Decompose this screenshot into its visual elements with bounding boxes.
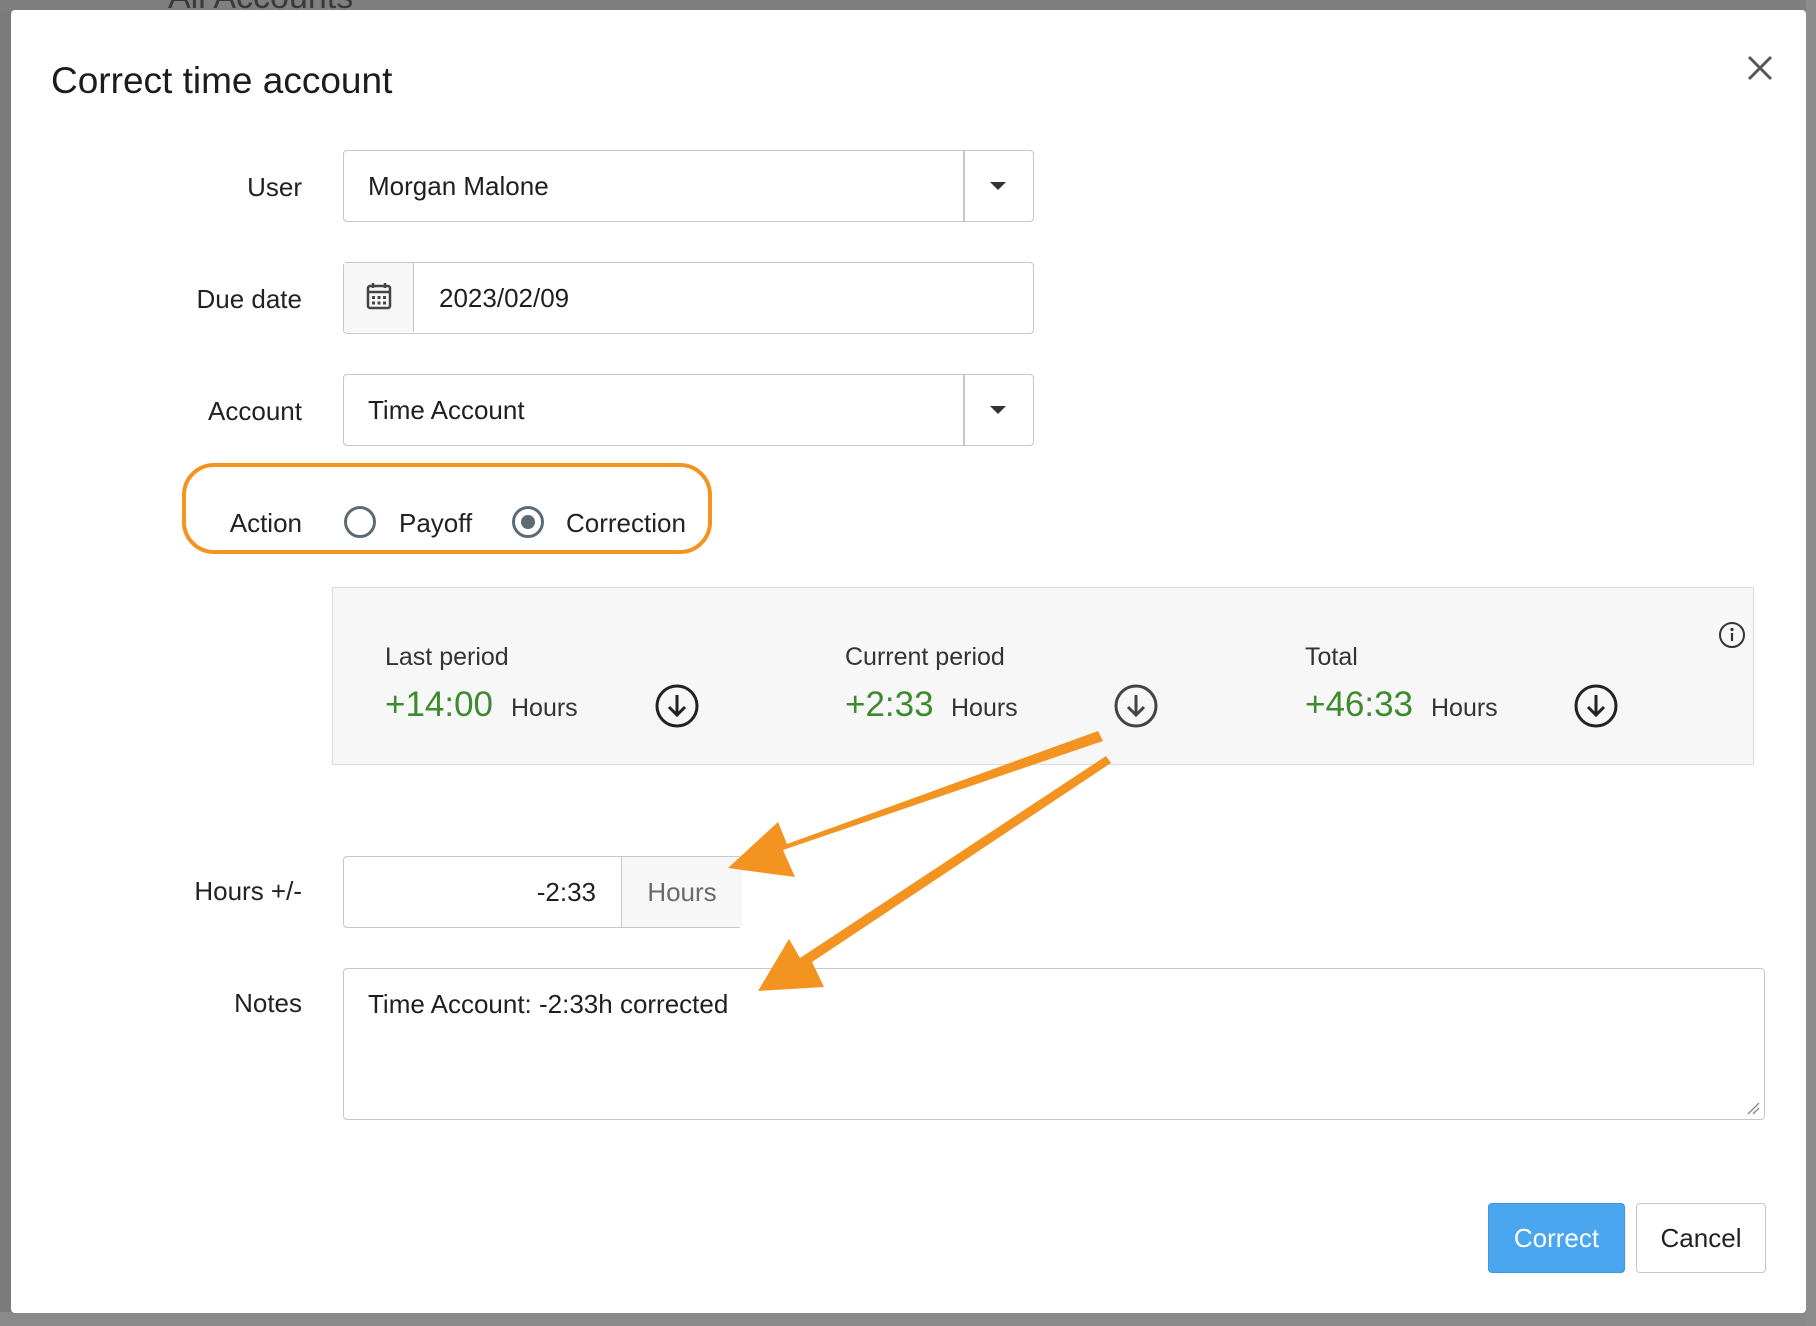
select-divider xyxy=(963,151,965,221)
total-label: Total xyxy=(1305,643,1358,671)
period-summary-panel: Last period +14:00 Hours Current period … xyxy=(332,587,1754,765)
account-label: Account xyxy=(208,396,302,426)
background-edge xyxy=(1806,0,1816,1326)
user-select-value: Morgan Malone xyxy=(368,171,549,201)
current-period-label: Current period xyxy=(845,643,1005,671)
calendar-icon[interactable] xyxy=(344,263,414,332)
hours-input-value: -2:33 xyxy=(536,877,596,907)
current-period-unit: Hours xyxy=(951,694,1018,722)
total-value: +46:33 xyxy=(1305,685,1414,724)
notes-value: Time Account: -2:33h corrected xyxy=(368,989,729,1019)
current-period-value: +2:33 xyxy=(845,685,934,724)
last-period-value: +14:00 xyxy=(385,685,494,724)
account-select[interactable]: Time Account xyxy=(343,374,1034,446)
due-date-field[interactable]: 2023/02/09 xyxy=(343,262,1034,334)
notes-label: Notes xyxy=(234,988,302,1018)
last-period-label: Last period xyxy=(385,643,509,671)
last-period-unit: Hours xyxy=(511,694,578,722)
info-icon[interactable] xyxy=(1717,620,1747,650)
payoff-radio[interactable] xyxy=(344,506,376,538)
hours-label: Hours +/- xyxy=(194,876,302,906)
apply-last-period-icon[interactable] xyxy=(654,683,700,729)
chevron-down-icon[interactable] xyxy=(990,406,1006,414)
user-select[interactable]: Morgan Malone xyxy=(343,150,1034,222)
correction-radio[interactable] xyxy=(512,506,544,538)
correction-radio-label[interactable]: Correction xyxy=(566,508,686,539)
resize-grip-icon[interactable] xyxy=(1746,1101,1760,1115)
select-divider xyxy=(963,375,965,445)
notes-textarea[interactable]: Time Account: -2:33h corrected xyxy=(343,968,1765,1120)
apply-current-period-icon[interactable] xyxy=(1113,683,1159,729)
action-label: Action xyxy=(229,508,302,538)
user-label: User xyxy=(247,172,302,202)
cancel-button[interactable]: Cancel xyxy=(1636,1203,1766,1273)
account-select-value: Time Account xyxy=(368,395,525,425)
due-date-label: Due date xyxy=(196,284,302,314)
apply-total-icon[interactable] xyxy=(1573,683,1619,729)
correct-button[interactable]: Correct xyxy=(1488,1203,1625,1273)
background-table-row xyxy=(0,1312,1816,1326)
dialog-title: Correct time account xyxy=(51,60,393,101)
payoff-radio-label[interactable]: Payoff xyxy=(399,508,472,539)
close-icon[interactable] xyxy=(1735,43,1785,93)
hours-unit-addon: Hours xyxy=(621,857,742,927)
hours-input[interactable]: -2:33 Hours xyxy=(343,856,742,928)
chevron-down-icon[interactable] xyxy=(990,182,1006,190)
due-date-value: 2023/02/09 xyxy=(439,283,570,313)
total-unit: Hours xyxy=(1431,694,1498,722)
